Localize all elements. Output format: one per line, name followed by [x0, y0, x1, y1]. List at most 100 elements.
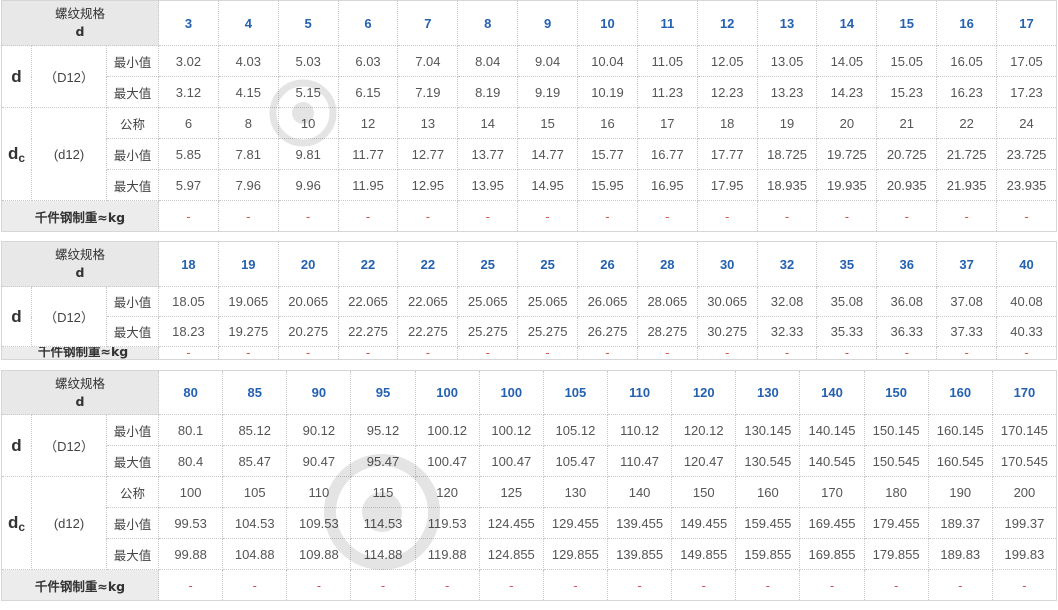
thread-size-symbol: d: [75, 265, 85, 280]
d-max-value: 80.4: [158, 445, 224, 477]
thread-size-value: 170: [991, 370, 1058, 415]
thread-size-value: 35: [816, 241, 878, 287]
thread-size-value: 9: [517, 0, 579, 46]
thread-size-value: 11: [636, 0, 698, 46]
weight-value-cell: -: [222, 569, 288, 601]
thread-size-label-cell: 螺纹规格 d: [0, 0, 160, 46]
d-max-value: 20.275: [277, 316, 339, 347]
weight-value: -: [365, 208, 371, 224]
dc-min-value: 124.455: [478, 507, 544, 539]
thread-size-label-cell: 螺纹规格 d: [0, 370, 160, 415]
d-min-value: 100.12: [478, 414, 544, 446]
weight-value: -: [1024, 347, 1029, 359]
dc-min-value: 18.725: [756, 138, 818, 170]
weight-value: -: [784, 208, 790, 224]
dc-max-value: 20.935: [876, 169, 938, 201]
thread-size-value: 25: [457, 241, 519, 287]
weight-value: -: [246, 347, 251, 359]
d-min-value: 11.05: [636, 45, 698, 77]
d-max-value: 105.47: [542, 445, 609, 477]
weight-row: 千件钢制重≈kg - - - - - - - - - - - - - - -: [0, 200, 1057, 232]
dc-tolerance: (d12): [31, 107, 107, 201]
weight-value-cell: -: [696, 200, 758, 232]
d-min-value: 20.065: [277, 286, 339, 317]
thread-size-value: 110: [606, 370, 673, 415]
dc-nominal-value: 170: [799, 476, 865, 508]
d-min-value: 25.065: [517, 286, 579, 317]
dc-nominal-value: 15: [517, 107, 579, 139]
dc-max-value: 9.96: [277, 169, 339, 201]
dc-min-value: 119.53: [414, 507, 480, 539]
d-symbol: d: [11, 66, 22, 86]
dc-max-value: 199.83: [991, 538, 1058, 570]
thread-size-value: 8: [457, 0, 519, 46]
d-min-row: d （D12） 最小值 80.1 85.12 90.12 95.12 100.12 100.12…: [1, 414, 1058, 477]
dc-min-value: 104.53: [222, 507, 288, 539]
d-min-value: 110.12: [606, 414, 673, 446]
dc-nominal-value: 22: [936, 107, 998, 139]
thread-size-label-cell: 螺纹规格 d: [0, 241, 160, 287]
weight-value-cell: -: [996, 346, 1057, 360]
weight-value: -: [186, 208, 191, 224]
d-max-value: 130.545: [735, 445, 801, 477]
weight-value-cell: -: [636, 200, 698, 232]
weight-value-cell: -: [991, 569, 1058, 601]
thread-size-value: 12: [696, 0, 758, 46]
dc-nominal-value: 19: [756, 107, 818, 139]
d-min-value: 160.145: [927, 414, 993, 446]
weight-value-cell: -: [936, 346, 998, 360]
dc-min-value: 7.81: [217, 138, 279, 170]
weight-value: -: [605, 347, 610, 359]
d-max-value: 7.19: [397, 76, 459, 108]
dc-nominal-value: 6: [158, 107, 219, 139]
dc-min-value: 169.455: [799, 507, 865, 539]
dc-max-value: 14.95: [517, 169, 579, 201]
thread-size-value: 37: [936, 241, 998, 287]
dc-max-value: 179.855: [863, 538, 929, 570]
dc-nominal-value: 12: [337, 107, 399, 139]
d-min-value: 7.04: [397, 45, 459, 77]
thread-size-value: 140: [799, 370, 865, 415]
weight-value: -: [784, 347, 790, 359]
dc-min-value: 99.53: [158, 507, 224, 539]
dc-nominal-value: 180: [863, 476, 929, 508]
d-min-label: 最小值: [105, 414, 160, 446]
thread-size-value: 80: [158, 370, 224, 415]
thread-size-value: 28: [636, 241, 698, 287]
weight-value-cell: -: [337, 200, 399, 232]
d-max-value: 18.23: [158, 316, 219, 347]
weight-value: -: [305, 347, 311, 359]
thread-size-value: 150: [863, 370, 929, 415]
dc-max-value: 23.935: [996, 169, 1057, 201]
thread-size-value: 13: [756, 0, 818, 46]
thread-size-value: 5: [277, 0, 339, 46]
thread-size-value: 17: [996, 0, 1057, 46]
dc-max-value: 109.88: [286, 538, 352, 570]
d-min-value: 14.05: [816, 45, 878, 77]
dc-min-value: 189.37: [927, 507, 993, 539]
d-min-value: 10.04: [577, 45, 638, 77]
thread-size-value: 19: [217, 241, 279, 287]
weight-value-cell: -: [277, 200, 339, 232]
d-max-value: 140.545: [799, 445, 865, 477]
thread-size-value: 25: [517, 241, 579, 287]
d-min-value: 8.04: [457, 45, 519, 77]
weight-value: -: [725, 208, 730, 224]
weight-label: 千件钢制重≈kg: [34, 578, 126, 594]
d-max-value: 100.47: [414, 445, 480, 477]
weight-value: -: [844, 347, 850, 359]
dc-max-value: 99.88: [158, 538, 224, 570]
weight-value-cell: -: [636, 346, 698, 360]
weight-value: -: [545, 208, 550, 224]
thread-size-value: 100: [414, 370, 480, 415]
dc-max-value: 104.88: [222, 538, 288, 570]
d-min-value: 130.145: [735, 414, 801, 446]
d-min-value: 28.065: [636, 286, 698, 317]
dc-max-value: 16.95: [636, 169, 698, 201]
d-min-value: 25.065: [457, 286, 519, 317]
d-min-value: 35.08: [816, 286, 878, 317]
weight-value: -: [444, 577, 450, 593]
dc-min-value: 12.77: [397, 138, 459, 170]
weight-value: -: [701, 577, 706, 593]
dc-nominal-row: dc (d12) 公称 100 105 110 115 120 125 130 140 150 160 1…: [1, 476, 1058, 570]
